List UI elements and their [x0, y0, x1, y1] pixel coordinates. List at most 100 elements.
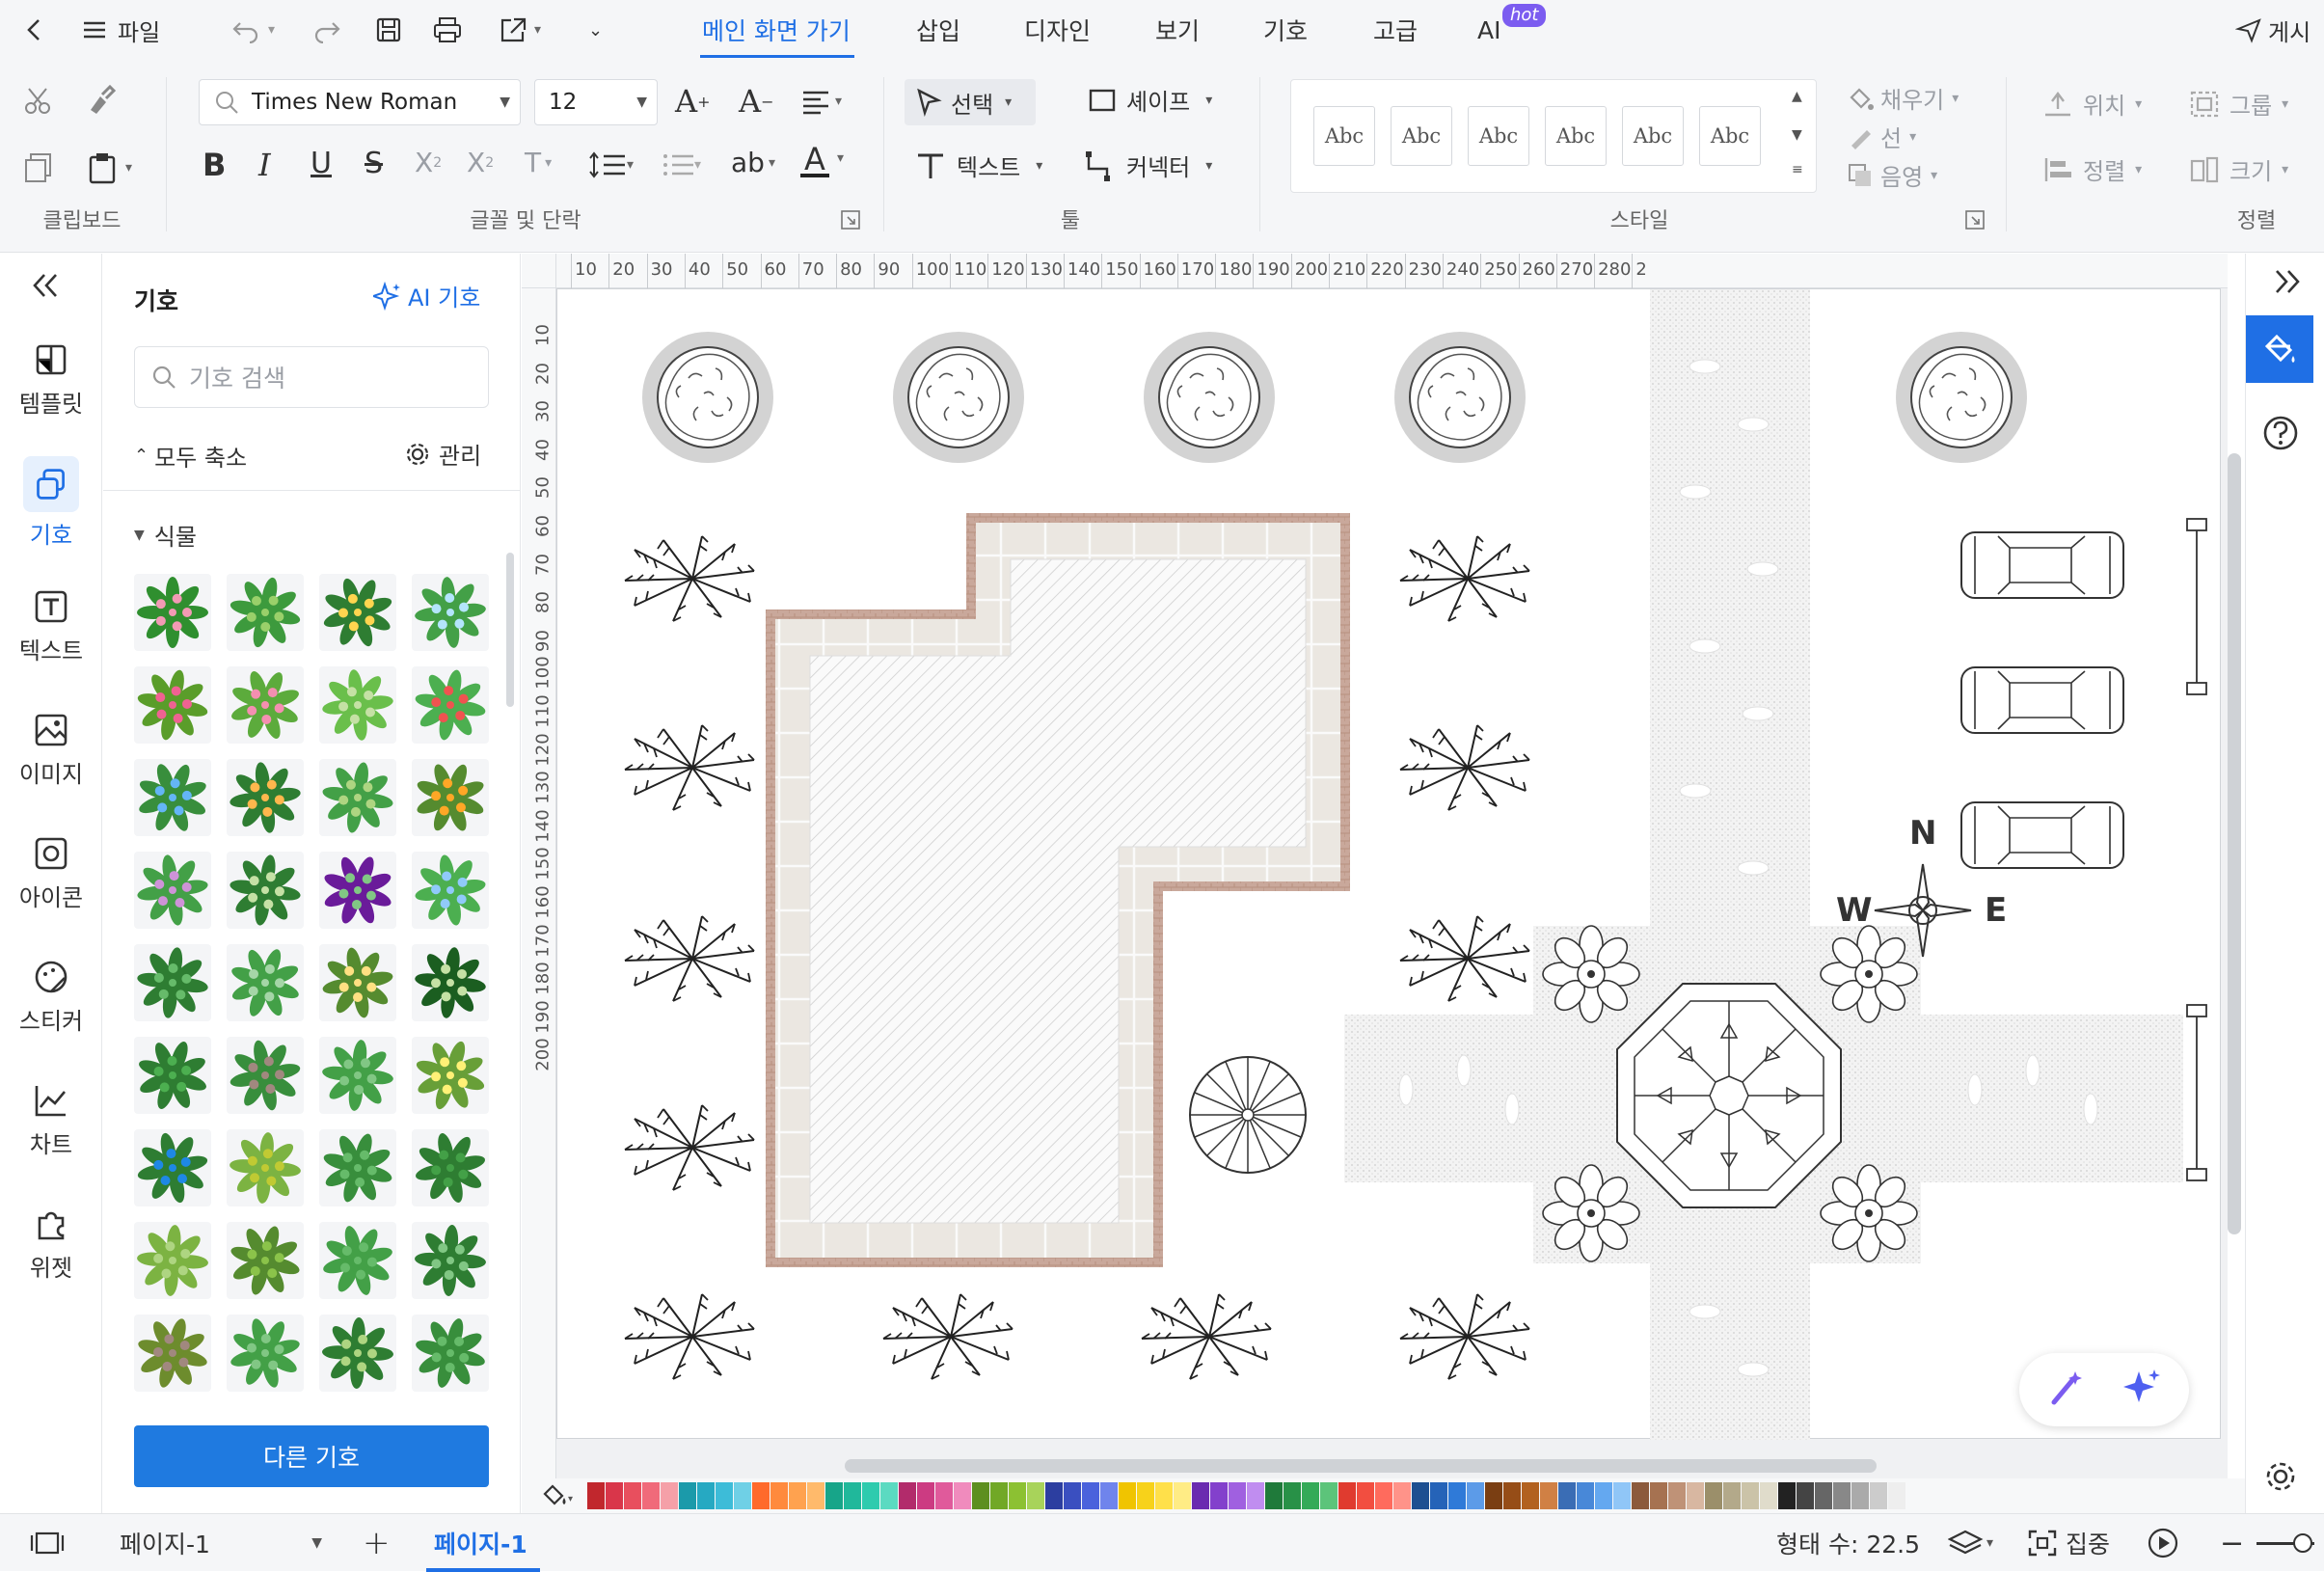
plant-symbol-tile[interactable]	[412, 759, 489, 836]
tab-home[interactable]: 메인 화면 가기	[702, 0, 851, 60]
plant-symbol-tile[interactable]	[227, 1129, 304, 1206]
add-page-icon[interactable]: +	[363, 1514, 391, 1572]
plant-symbol-tile[interactable]	[412, 852, 489, 929]
color-swatch[interactable]	[1210, 1482, 1228, 1509]
color-swatch[interactable]	[1009, 1482, 1026, 1509]
tab-ai[interactable]: AI	[1477, 0, 1500, 60]
color-swatch[interactable]	[899, 1482, 916, 1509]
plant-symbol-tile[interactable]	[227, 1037, 304, 1114]
list-icon[interactable]: ▾	[662, 150, 701, 179]
undo-dropdown-icon[interactable]: ▾	[268, 0, 275, 60]
font-family-select[interactable]: Times New Roman ▼	[199, 79, 521, 125]
plant-symbol-tile[interactable]	[412, 1315, 489, 1392]
nav-icons[interactable]: 아이콘	[0, 820, 102, 926]
color-swatch[interactable]	[807, 1482, 824, 1509]
settings-gear-icon[interactable]	[2263, 1459, 2298, 1494]
color-swatch[interactable]	[1375, 1482, 1392, 1509]
shadow-button[interactable]: 음영 ▾	[1846, 158, 1937, 192]
plant-symbol-tile[interactable]	[412, 666, 489, 744]
nav-sticker[interactable]: 스티커	[0, 943, 102, 1049]
color-swatch[interactable]	[1467, 1482, 1484, 1509]
plant-symbol-tile[interactable]	[134, 1129, 211, 1206]
page-layout-icon[interactable]	[29, 1514, 66, 1572]
nav-chart[interactable]: 차트	[0, 1067, 102, 1173]
plant-symbol-tile[interactable]	[134, 1315, 211, 1392]
gallery-down-icon[interactable]: ▼	[1792, 127, 1802, 143]
color-swatch[interactable]	[1265, 1482, 1283, 1509]
color-swatch[interactable]	[1100, 1482, 1118, 1509]
plant-symbol-tile[interactable]	[412, 944, 489, 1021]
color-swatch[interactable]	[1393, 1482, 1411, 1509]
color-swatch[interactable]	[1174, 1482, 1191, 1509]
plant-symbol-tile[interactable]	[319, 759, 396, 836]
print-icon[interactable]	[432, 0, 463, 60]
fill-button[interactable]: 채우기 ▾	[1846, 81, 1959, 115]
nav-template[interactable]: 템플릿	[0, 326, 102, 432]
export-icon[interactable]: ▾	[498, 0, 541, 60]
color-swatch[interactable]	[1503, 1482, 1521, 1509]
superscript-icon[interactable]: X2	[415, 147, 442, 178]
color-swatch[interactable]	[1558, 1482, 1576, 1509]
color-swatch[interactable]	[1742, 1482, 1759, 1509]
color-swatch[interactable]	[1870, 1482, 1887, 1509]
color-swatch[interactable]	[972, 1482, 989, 1509]
plant-symbol-tile[interactable]	[319, 666, 396, 744]
color-swatch[interactable]	[624, 1482, 641, 1509]
color-swatch[interactable]	[844, 1482, 861, 1509]
color-swatch[interactable]	[1687, 1482, 1704, 1509]
font-dialog-launcher-icon[interactable]	[841, 210, 860, 230]
plant-symbol-tile[interactable]	[227, 1315, 304, 1392]
tab-design[interactable]: 디자인	[1024, 0, 1091, 60]
nav-widget[interactable]: 위젯	[0, 1190, 102, 1296]
color-swatch[interactable]	[825, 1482, 843, 1509]
subscript-icon[interactable]: X2	[467, 147, 494, 178]
collapse-all-button[interactable]: ⌃ 모두 축소	[134, 439, 247, 473]
copy-icon[interactable]	[21, 150, 56, 185]
color-swatch[interactable]	[1155, 1482, 1173, 1509]
shape-tool-button[interactable]: 셰이프 ▾	[1088, 83, 1212, 117]
cut-icon[interactable]	[21, 83, 56, 118]
color-swatch[interactable]	[734, 1482, 751, 1509]
plant-symbol-tile[interactable]	[134, 666, 211, 744]
color-swatch[interactable]	[789, 1482, 806, 1509]
style-sample-3[interactable]: Abc	[1468, 106, 1529, 166]
group-button[interactable]: 그룹 ▾	[2189, 87, 2288, 121]
color-swatch[interactable]	[917, 1482, 934, 1509]
manage-button[interactable]: 관리	[404, 437, 481, 471]
publish-button[interactable]: 게시	[2235, 0, 2310, 60]
color-swatch[interactable]	[862, 1482, 879, 1509]
color-swatch[interactable]	[1045, 1482, 1063, 1509]
plant-symbol-tile[interactable]	[227, 666, 304, 744]
more-icon[interactable]: ⌄	[588, 0, 603, 60]
text-tool-button[interactable]: 텍스트 ▾	[914, 149, 1042, 182]
plant-symbol-tile[interactable]	[227, 944, 304, 1021]
tab-symbol[interactable]: 기호	[1263, 0, 1308, 60]
color-swatch[interactable]	[1723, 1482, 1741, 1509]
style-sample-4[interactable]: Abc	[1545, 106, 1607, 166]
color-swatch[interactable]	[642, 1482, 660, 1509]
layers-icon[interactable]: ▾	[1948, 1514, 1993, 1572]
color-swatch[interactable]	[1797, 1482, 1814, 1509]
redo-icon[interactable]	[312, 0, 341, 60]
color-swatch[interactable]	[1027, 1482, 1044, 1509]
color-swatch[interactable]	[1577, 1482, 1594, 1509]
back-icon[interactable]	[21, 0, 48, 60]
file-menu[interactable]: 파일	[81, 0, 160, 60]
color-swatch[interactable]	[697, 1482, 715, 1509]
style-sample-6[interactable]: Abc	[1699, 106, 1761, 166]
paragraph-align-icon[interactable]: ▾	[800, 87, 842, 116]
color-swatch[interactable]	[1888, 1482, 1905, 1509]
collapse-panel-icon[interactable]	[29, 271, 64, 300]
plant-symbol-tile[interactable]	[227, 1222, 304, 1299]
style-dialog-launcher-icon[interactable]	[1965, 210, 1985, 230]
ai-symbol-link[interactable]: AI 기호	[373, 279, 480, 312]
color-swatch[interactable]	[990, 1482, 1008, 1509]
plant-symbol-tile[interactable]	[227, 759, 304, 836]
color-swatch[interactable]	[1357, 1482, 1374, 1509]
plant-symbol-tile[interactable]	[412, 1037, 489, 1114]
color-swatch[interactable]	[1760, 1482, 1777, 1509]
plant-symbol-tile[interactable]	[134, 759, 211, 836]
tab-view[interactable]: 보기	[1155, 0, 1200, 60]
plant-symbol-tile[interactable]	[134, 1222, 211, 1299]
more-symbols-button[interactable]: 다른 기호	[134, 1425, 489, 1487]
